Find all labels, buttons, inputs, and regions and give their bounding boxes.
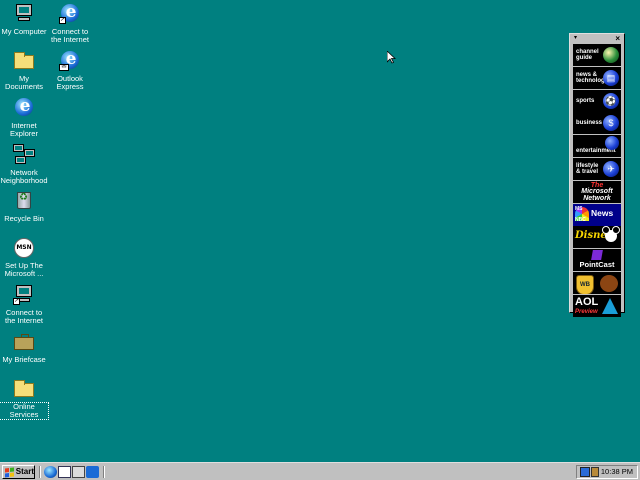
desktop-icon-online-services[interactable]: Online Services <box>0 378 49 420</box>
pointcast-logo: PointCast <box>579 260 615 270</box>
my-computer-icon <box>13 3 35 25</box>
channel-lifestyle-button[interactable]: lifestyle & travel ✈ <box>573 157 621 180</box>
desktop-icon-label: Connect to the Internet <box>51 27 89 44</box>
desktop-icon-setup-msn[interactable]: MSN Set Up The Microsoft ... <box>0 237 48 278</box>
show-desktop-icon[interactable] <box>72 466 85 478</box>
taz-icon <box>600 274 618 292</box>
desktop-icon-label: Outlook Express <box>56 74 84 91</box>
channel-guide-button[interactable]: channel guide <box>573 44 621 66</box>
desktop-icon-label: My Computer <box>1 27 47 36</box>
channel-disney-button[interactable]: Disney <box>573 226 621 249</box>
channel-bar-close-icon[interactable]: × <box>615 34 620 43</box>
desktop-icon-label: Set Up The Microsoft ... <box>4 261 44 278</box>
aol-triangle-icon <box>602 297 618 314</box>
network-neighborhood-icon <box>13 144 35 166</box>
channel-entertainment-button[interactable]: entertainment <box>573 135 621 158</box>
desktop-icon-label: My Briefcase <box>2 355 46 364</box>
scheduler-icon[interactable] <box>591 467 599 477</box>
entertainment-icon <box>605 136 619 151</box>
channel-business-button[interactable]: business $ <box>573 112 621 135</box>
channel-warner-bros-button[interactable]: WB <box>573 271 621 294</box>
desktop-icon-connect-internet[interactable]: e ↗ Connect to the Internet <box>46 2 94 44</box>
quick-launch-separator <box>39 466 41 478</box>
msnbc-logo-ms: MS <box>575 205 583 212</box>
desktop-icon-label: Internet Explorer <box>10 121 38 138</box>
briefcase-icon <box>13 331 35 353</box>
pointcast-mark-icon <box>591 250 603 261</box>
clock[interactable]: 10:38 PM <box>601 466 633 478</box>
channel-bar-menu-icon[interactable]: ▾ <box>574 34 577 43</box>
system-tray: 10:38 PM <box>576 465 638 479</box>
mickey-icon <box>602 226 620 243</box>
recycle-bin-icon <box>13 190 35 212</box>
desktop-icon-label: Network Neighborhood <box>0 168 48 185</box>
channel-pointcast-button[interactable]: PointCast <box>573 249 621 272</box>
desktop-icon-label: My Documents <box>5 74 43 91</box>
msnbc-logo-nbc: NBC <box>575 216 586 223</box>
channel-label: channel guide <box>576 49 599 61</box>
channel-guide-icon <box>603 47 619 63</box>
channel-news-button[interactable]: news & technology ▤ <box>573 66 621 89</box>
folder-icon <box>13 50 35 72</box>
start-label: Start <box>15 467 34 476</box>
desktop-icon-outlook-express[interactable]: e ✉ Outlook Express <box>46 49 94 91</box>
desktop-icon-label: Online Services <box>0 402 49 420</box>
start-button[interactable]: Start <box>2 465 35 479</box>
desktop-icon-my-computer[interactable]: My Computer <box>0 3 48 36</box>
connect-internet-icon: ↗ <box>13 284 35 306</box>
outlook-express-icon[interactable] <box>58 466 71 478</box>
channel-label: sports <box>576 97 595 104</box>
internet-explorer-icon: e <box>13 96 35 119</box>
desktop-icon-my-briefcase[interactable]: My Briefcase <box>0 331 48 364</box>
msn-icon: MSN <box>13 237 35 259</box>
outlook-express-icon: e ✉ <box>59 49 81 72</box>
channel-label: business <box>576 120 603 127</box>
desktop-icon-connect-internet-2[interactable]: ↗ Connect to the Internet <box>0 284 48 325</box>
channel-sports-button[interactable]: sports ⚽ <box>573 89 621 112</box>
taskbar: Start 10:38 PM <box>0 462 640 480</box>
warner-bros-logo: WB <box>576 274 594 294</box>
connect-internet-icon: e ↗ <box>59 2 81 25</box>
msn-logo: Microsoft Network <box>581 187 613 202</box>
view-channels-icon[interactable] <box>86 466 99 478</box>
channel-bar-titlebar[interactable]: ▾ × <box>570 34 624 43</box>
channel-label: lifestyle & travel <box>576 162 599 175</box>
desktop-icon-internet-explorer[interactable]: e Internet Explorer <box>0 96 48 138</box>
aol-logo: AOL <box>575 295 599 308</box>
mouse-cursor-icon <box>386 50 397 64</box>
display-settings-icon[interactable] <box>580 467 590 477</box>
desktop-icon-recycle-bin[interactable]: Recycle Bin <box>0 190 48 223</box>
channel-msnbc-button[interactable]: News MS NBC <box>573 203 621 226</box>
desktop-icon-label: Recycle Bin <box>4 214 44 223</box>
internet-explorer-icon[interactable] <box>44 466 57 478</box>
quick-launch-separator <box>103 466 105 478</box>
aol-preview-label: Preview <box>575 308 598 315</box>
desktop-icon-my-documents[interactable]: My Documents <box>0 50 48 91</box>
channel-msn-button[interactable]: The Microsoft Network <box>573 180 621 203</box>
channel-bar[interactable]: ▾ × channel guide news & technology ▤ sp… <box>569 33 625 317</box>
desktop-icon-network-neighborhood[interactable]: Network Neighborhood <box>0 144 48 185</box>
desktop-icon-label: Connect to the Internet <box>5 308 43 325</box>
channel-aol-button[interactable]: AOL Preview <box>573 294 621 317</box>
windows-logo-icon <box>5 467 14 477</box>
folder-icon <box>13 378 35 400</box>
